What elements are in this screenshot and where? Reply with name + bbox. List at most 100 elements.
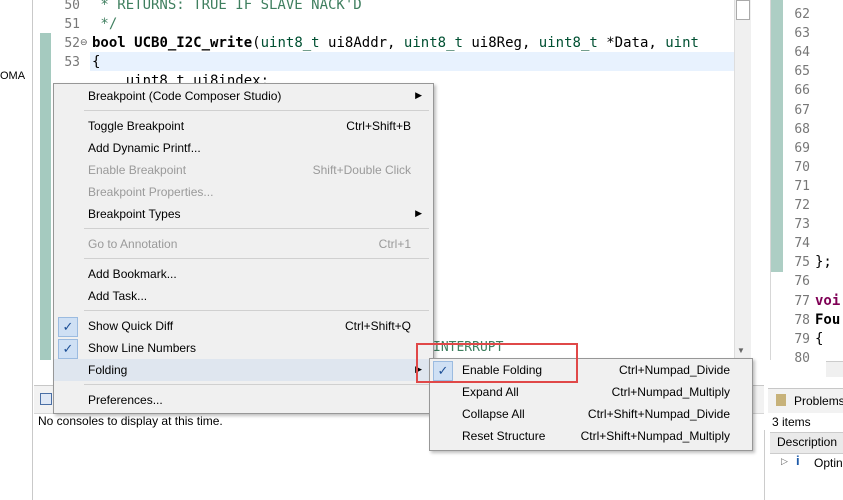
line-number: 80	[794, 350, 810, 366]
line-number: 50	[64, 0, 80, 13]
menu-item-shortcut: Ctrl+Shift+Q	[344, 319, 411, 333]
menu-item-label: Collapse All	[462, 407, 525, 421]
annotation-highlight-box	[416, 343, 578, 383]
line-number: 78	[794, 312, 810, 328]
code-line[interactable]: {	[92, 54, 100, 70]
menu-separator	[84, 110, 429, 111]
line-number: 70	[794, 159, 810, 175]
left-panel-border	[32, 0, 33, 500]
problems-item-count: 3 items	[772, 415, 811, 429]
line-number: 74	[794, 236, 810, 252]
editor-scroll-thumb[interactable]	[736, 0, 750, 20]
line-number: 62	[794, 7, 810, 22]
expand-arrow-icon[interactable]: ▷	[781, 456, 788, 467]
menu-item-add-dynamic-printf[interactable]: Add Dynamic Printf...	[54, 137, 431, 159]
menu-item-label: Breakpoint Properties...	[88, 185, 214, 199]
menu-item-toggle-breakpoint[interactable]: Toggle Breakpoint Ctrl+Shift+B	[54, 115, 431, 137]
checkmark-icon: ✓	[58, 339, 78, 359]
submenu-item-reset-structure[interactable]: Reset Structure Ctrl+Shift+Numpad_Multipl…	[430, 425, 750, 447]
submenu-arrow-icon: ▶	[415, 90, 422, 100]
menu-separator	[84, 310, 429, 311]
code-token: UCB0_I2C_write	[134, 35, 253, 51]
code-line[interactable]: voi	[815, 293, 840, 309]
menu-item-shortcut: Ctrl+Numpad_Multiply	[611, 385, 730, 399]
secondary-quick-diff-ruler	[771, 0, 783, 272]
menu-item-shortcut: Ctrl+Shift+Numpad_Multiply	[580, 429, 730, 443]
left-panel-label: OMA	[0, 70, 26, 82]
code-token: uint8_t	[260, 35, 320, 51]
menu-item-label: Folding	[88, 363, 128, 377]
code-line[interactable]: * RETURNS: TRUE IF SLAVE NACK'D	[92, 0, 362, 13]
code-line[interactable]: Fou	[815, 312, 840, 328]
line-number: 75	[794, 255, 810, 271]
tab-problems[interactable]: Problems	[794, 394, 843, 408]
line-number: 53	[64, 55, 80, 70]
menu-separator	[84, 228, 429, 229]
line-number: 68	[794, 121, 810, 137]
line-number: 72	[794, 198, 810, 213]
line-number: 71	[794, 178, 810, 194]
menu-item-label: Go to Annotation	[88, 237, 178, 251]
secondary-horizontal-scrollbar[interactable]	[826, 361, 843, 377]
menu-item-show-quick-diff[interactable]: ✓ Show Quick Diff Ctrl+Shift+Q	[54, 315, 431, 337]
fold-collapse-icon[interactable]: ⊖	[80, 37, 88, 48]
checkmark-icon: ✓	[58, 317, 78, 337]
line-number: 77	[794, 293, 810, 309]
code-token: bool	[92, 35, 135, 51]
console-icon[interactable]	[40, 393, 52, 405]
current-line-highlight	[90, 52, 735, 71]
code-line[interactable]: };	[815, 254, 832, 270]
menu-separator	[84, 258, 429, 259]
menu-item-breakpoint-code-composer-studio[interactable]: Breakpoint (Code Composer Studio) ▶	[54, 85, 431, 107]
line-number: 64	[794, 45, 810, 61]
line-number: 52	[64, 36, 80, 51]
problem-row-label: Optin	[814, 456, 843, 470]
submenu-item-expand-all[interactable]: Expand All Ctrl+Numpad_Multiply	[430, 381, 750, 403]
menu-item-label: Enable Breakpoint	[88, 163, 187, 177]
line-number: 66	[794, 83, 810, 99]
menu-item-label: Expand All	[462, 385, 519, 399]
line-number: 51	[64, 17, 80, 32]
menu-separator	[84, 384, 429, 385]
menu-item-go-to-annotation: Go to Annotation Ctrl+1	[54, 233, 431, 255]
menu-item-label: Reset Structure	[462, 429, 546, 443]
code-token: uint8_t	[403, 35, 463, 51]
line-number: 76	[794, 274, 810, 290]
menu-item-preferences[interactable]: Preferences...	[54, 389, 431, 411]
submenu-arrow-icon: ▶	[415, 208, 422, 218]
column-header-description[interactable]: Description	[777, 435, 837, 449]
menu-item-shortcut: Ctrl+Numpad_Divide	[618, 363, 730, 377]
menu-item-folding[interactable]: Folding ▶	[54, 359, 431, 381]
line-number: 67	[794, 102, 810, 118]
code-line[interactable]: */	[92, 16, 117, 32]
quick-diff-ruler	[40, 33, 51, 360]
code-token: {	[92, 54, 101, 70]
menu-item-label: Preferences...	[88, 393, 163, 407]
menu-item-label: Show Line Numbers	[88, 341, 197, 355]
code-line[interactable]: {	[815, 331, 823, 347]
code-token: uint	[665, 35, 699, 51]
menu-item-breakpoint-types[interactable]: Breakpoint Types ▶	[54, 203, 431, 225]
code-line[interactable]: bool UCB0_I2C_write(uint8_t ui8Addr, uin…	[92, 35, 699, 51]
menu-item-enable-breakpoint: Enable Breakpoint Shift+Double Click	[54, 159, 431, 181]
scroll-down-arrow-icon[interactable]: ▼	[737, 346, 745, 355]
console-empty-message: No consoles to display at this time.	[38, 414, 223, 428]
menu-item-label: Add Bookmark...	[88, 267, 177, 281]
code-token: */	[92, 16, 118, 32]
editor-vertical-scrollbar[interactable]	[734, 0, 751, 360]
line-number: 63	[794, 26, 810, 42]
code-token: * RETURNS: TRUE IF SLAVE NACK'D	[92, 0, 362, 13]
menu-item-add-bookmark[interactable]: Add Bookmark...	[54, 263, 431, 285]
line-number: 73	[794, 217, 810, 233]
line-number: 79	[794, 331, 810, 347]
submenu-item-collapse-all[interactable]: Collapse All Ctrl+Shift+Numpad_Divide	[430, 403, 750, 425]
problems-icon	[776, 394, 786, 406]
menu-item-add-task[interactable]: Add Task...	[54, 285, 431, 307]
code-token: ui8Addr,	[319, 35, 404, 51]
menu-item-label: Toggle Breakpoint	[88, 119, 185, 133]
menu-item-shortcut: Ctrl+Shift+B	[346, 119, 411, 133]
menu-item-shortcut: Shift+Double Click	[312, 163, 411, 177]
menu-item-label: Show Quick Diff	[88, 319, 174, 333]
menu-item-show-line-numbers[interactable]: ✓ Show Line Numbers	[54, 337, 431, 359]
menu-item-shortcut: Ctrl+Shift+Numpad_Divide	[587, 407, 730, 421]
